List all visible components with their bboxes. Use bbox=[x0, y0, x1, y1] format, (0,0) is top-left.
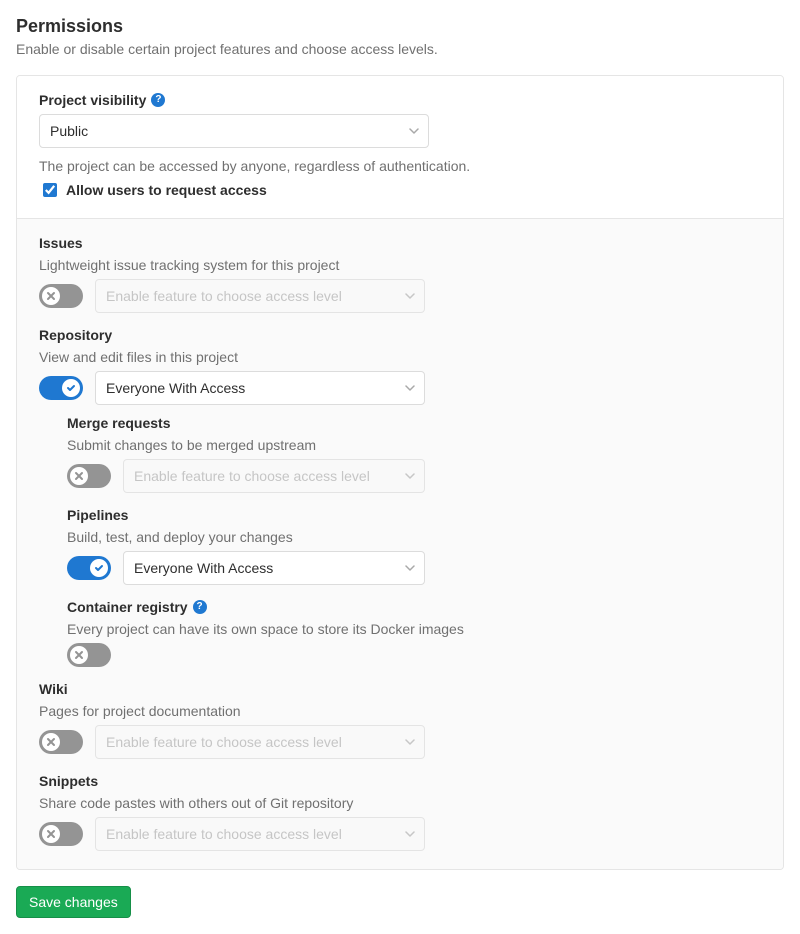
wiki-toggle[interactable] bbox=[39, 730, 83, 754]
feature-wiki: Wiki Pages for project documentation Ena… bbox=[39, 681, 761, 759]
snippets-toggle[interactable] bbox=[39, 822, 83, 846]
save-button[interactable]: Save changes bbox=[16, 886, 131, 918]
wiki-select-wrapper: Enable feature to choose access level bbox=[95, 725, 425, 759]
issues-select-wrapper: Enable feature to choose access level bbox=[95, 279, 425, 313]
feature-pipelines: Pipelines Build, test, and deploy your c… bbox=[67, 507, 761, 585]
visibility-hint: The project can be accessed by anyone, r… bbox=[39, 158, 761, 174]
snippets-desc: Share code pastes with others out of Git… bbox=[39, 795, 761, 811]
pipelines-select-wrapper: Everyone With Access bbox=[123, 551, 425, 585]
check-icon bbox=[62, 379, 80, 397]
request-access-row[interactable]: Allow users to request access bbox=[39, 180, 761, 200]
features-section: Issues Lightweight issue tracking system… bbox=[17, 219, 783, 869]
visibility-select-wrapper: Public bbox=[39, 114, 429, 148]
close-icon bbox=[42, 733, 60, 751]
repository-select[interactable]: Everyone With Access bbox=[95, 371, 425, 405]
visibility-select[interactable]: Public bbox=[39, 114, 429, 148]
issues-label: Issues bbox=[39, 235, 761, 251]
pipelines-desc: Build, test, and deploy your changes bbox=[67, 529, 761, 545]
container-registry-label-row: Container registry ? bbox=[67, 599, 761, 615]
visibility-section: Project visibility ? Public The project … bbox=[17, 76, 783, 219]
issues-select: Enable feature to choose access level bbox=[95, 279, 425, 313]
feature-repository: Repository View and edit files in this p… bbox=[39, 327, 761, 667]
pipelines-toggle[interactable] bbox=[67, 556, 111, 580]
repository-label: Repository bbox=[39, 327, 761, 343]
pipelines-select[interactable]: Everyone With Access bbox=[123, 551, 425, 585]
close-icon bbox=[70, 646, 88, 664]
page-title: Permissions bbox=[16, 16, 784, 37]
visibility-label-row: Project visibility ? bbox=[39, 92, 761, 108]
container-registry-toggle[interactable] bbox=[67, 643, 111, 667]
repository-desc: View and edit files in this project bbox=[39, 349, 761, 365]
merge-requests-select-wrapper: Enable feature to choose access level bbox=[123, 459, 425, 493]
page-subtitle: Enable or disable certain project featur… bbox=[16, 41, 784, 57]
feature-snippets: Snippets Share code pastes with others o… bbox=[39, 773, 761, 851]
wiki-select: Enable feature to choose access level bbox=[95, 725, 425, 759]
visibility-label: Project visibility bbox=[39, 92, 146, 108]
repository-subfeatures: Merge requests Submit changes to be merg… bbox=[67, 415, 761, 667]
wiki-desc: Pages for project documentation bbox=[39, 703, 761, 719]
issues-desc: Lightweight issue tracking system for th… bbox=[39, 257, 761, 273]
feature-merge-requests: Merge requests Submit changes to be merg… bbox=[67, 415, 761, 493]
merge-requests-label: Merge requests bbox=[67, 415, 761, 431]
help-icon[interactable]: ? bbox=[193, 600, 207, 614]
repository-select-wrapper: Everyone With Access bbox=[95, 371, 425, 405]
check-icon bbox=[90, 559, 108, 577]
permissions-panel: Project visibility ? Public The project … bbox=[16, 75, 784, 870]
snippets-label: Snippets bbox=[39, 773, 761, 789]
snippets-select: Enable feature to choose access level bbox=[95, 817, 425, 851]
merge-requests-desc: Submit changes to be merged upstream bbox=[67, 437, 761, 453]
close-icon bbox=[42, 287, 60, 305]
request-access-label: Allow users to request access bbox=[66, 182, 267, 198]
wiki-label: Wiki bbox=[39, 681, 761, 697]
merge-requests-select: Enable feature to choose access level bbox=[123, 459, 425, 493]
pipelines-label: Pipelines bbox=[67, 507, 761, 523]
merge-requests-toggle[interactable] bbox=[67, 464, 111, 488]
feature-container-registry: Container registry ? Every project can h… bbox=[67, 599, 761, 667]
snippets-select-wrapper: Enable feature to choose access level bbox=[95, 817, 425, 851]
container-registry-desc: Every project can have its own space to … bbox=[67, 621, 761, 637]
container-registry-label: Container registry bbox=[67, 599, 188, 615]
close-icon bbox=[70, 467, 88, 485]
repository-toggle[interactable] bbox=[39, 376, 83, 400]
issues-toggle[interactable] bbox=[39, 284, 83, 308]
help-icon[interactable]: ? bbox=[151, 93, 165, 107]
request-access-checkbox[interactable] bbox=[43, 183, 57, 197]
feature-issues: Issues Lightweight issue tracking system… bbox=[39, 235, 761, 313]
close-icon bbox=[42, 825, 60, 843]
